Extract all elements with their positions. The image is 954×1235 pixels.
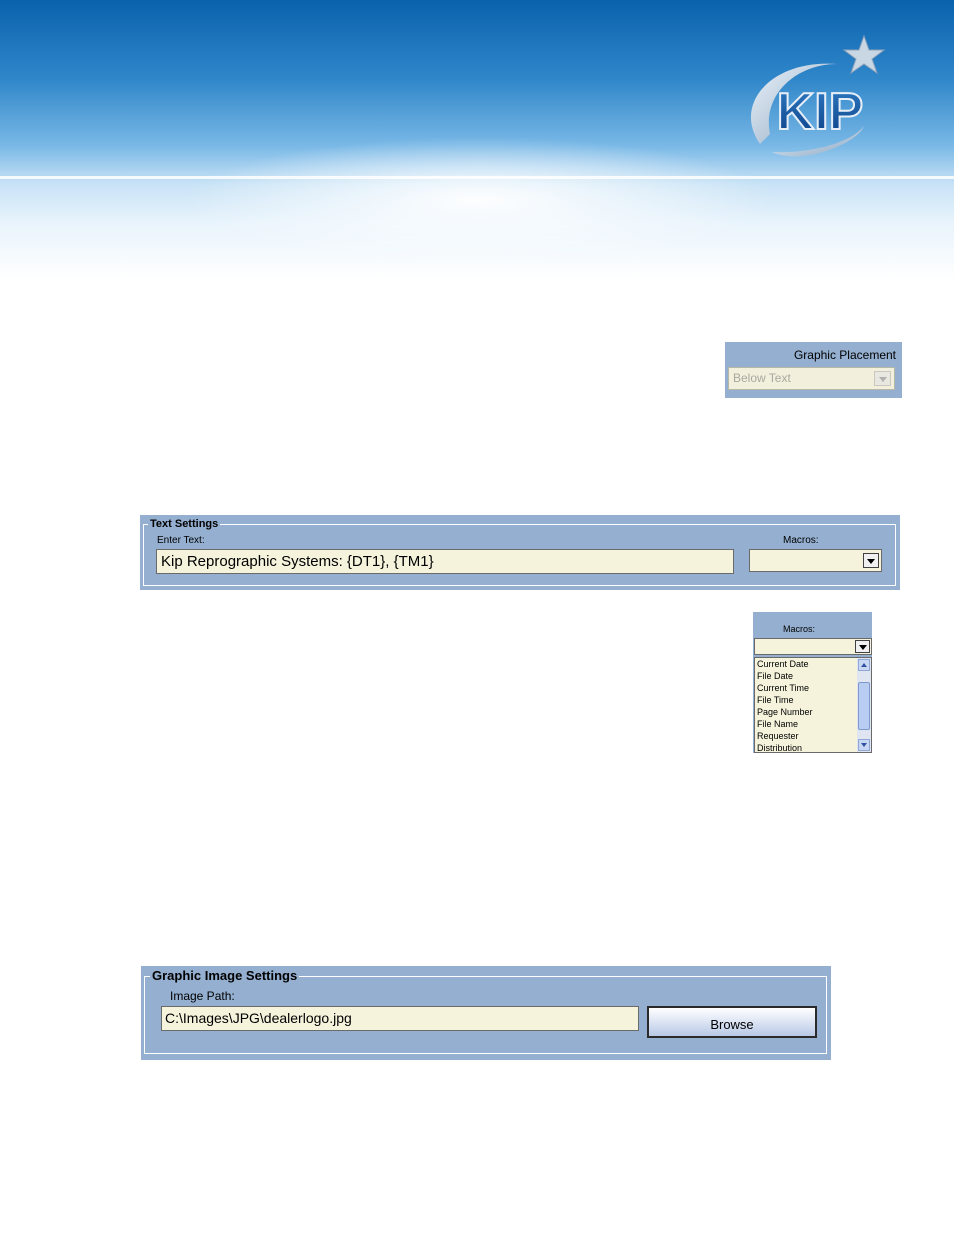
graphic-image-settings-legend: Graphic Image Settings	[150, 968, 300, 983]
scrollbar-thumb[interactable]	[858, 682, 870, 730]
text-settings-panel: Text Settings Enter Text: Macros: Kip Re…	[140, 515, 900, 590]
enter-text-input[interactable]: Kip Reprographic Systems: {DT1}, {TM1}	[156, 549, 734, 574]
list-item[interactable]: Current Time	[757, 682, 853, 694]
list-item[interactable]: File Name	[757, 718, 853, 730]
macros-label: Macros:	[783, 535, 819, 546]
list-item[interactable]: Distribution	[757, 742, 853, 752]
banner-divider	[0, 176, 954, 179]
header-banner: KIP	[0, 0, 954, 280]
macros-list: Current Date File Date Current Time File…	[754, 657, 872, 753]
scroll-up-icon[interactable]	[858, 659, 870, 671]
chevron-down-icon[interactable]	[863, 553, 879, 568]
graphic-placement-label: Graphic Placement	[793, 348, 896, 362]
macros-dropdown-label: Macros:	[783, 624, 816, 634]
macros-scrollbar[interactable]	[857, 658, 871, 752]
graphic-placement-select[interactable]: Below Text	[728, 367, 895, 390]
list-item[interactable]: Requester	[757, 730, 853, 742]
macros-select[interactable]	[749, 549, 882, 572]
enter-text-label: Enter Text:	[157, 535, 205, 546]
macros-dropdown-select[interactable]	[754, 638, 872, 655]
image-path-input[interactable]: C:\Images\JPG\dealerlogo.jpg	[161, 1006, 639, 1031]
list-item[interactable]: Page Number	[757, 706, 853, 718]
kip-logo: KIP	[750, 34, 886, 157]
image-path-label: Image Path:	[170, 989, 235, 1003]
browse-button[interactable]: Browse	[647, 1006, 817, 1038]
list-item[interactable]: File Date	[757, 670, 853, 682]
text-settings-legend: Text Settings	[148, 518, 221, 530]
list-item[interactable]: File Time	[757, 694, 853, 706]
chevron-down-icon[interactable]	[855, 640, 870, 653]
list-item[interactable]: Current Date	[757, 658, 853, 670]
graphic-image-settings-panel: Graphic Image Settings Image Path: C:\Im…	[141, 966, 831, 1060]
scroll-down-icon[interactable]	[858, 739, 870, 751]
macros-items: Current Date File Date Current Time File…	[757, 658, 853, 752]
graphic-placement-value: Below Text	[733, 371, 791, 385]
macros-dropdown-panel: Macros: Current Date File Date Current T…	[753, 612, 872, 753]
graphic-placement-panel: Graphic Placement Below Text	[725, 342, 902, 398]
svg-text:KIP: KIP	[777, 83, 864, 141]
chevron-down-icon[interactable]	[874, 371, 891, 386]
